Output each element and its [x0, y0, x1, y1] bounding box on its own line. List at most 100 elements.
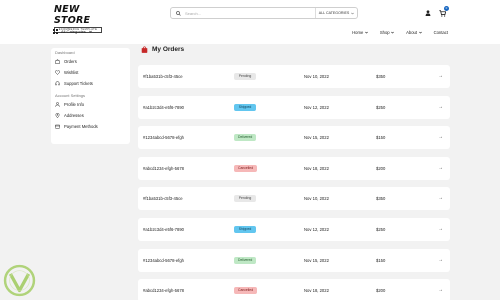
arrow-right-icon[interactable]: → — [438, 157, 443, 180]
nav-contact-label: Contact — [433, 30, 448, 35]
sidebar-item-label: Wishlist — [64, 70, 79, 75]
headset-icon — [55, 81, 60, 86]
sidebar-item-label: Profile Info — [64, 102, 85, 107]
order-date: Nov 15, 2022 — [304, 257, 329, 263]
order-id: #abcd1234-efgh-5678 — [143, 288, 184, 294]
all-categories-label: All Categories — [61, 29, 86, 34]
user-account-icon[interactable] — [424, 9, 432, 17]
sidebar-item-orders[interactable]: Orders — [51, 56, 130, 67]
search-category-label: ALL CATEGORIES — [318, 11, 350, 15]
nav-home[interactable]: Home — [352, 30, 368, 35]
arrow-right-icon[interactable]: → — [438, 65, 443, 88]
sidebar-item-label: Orders — [64, 59, 77, 64]
order-date: Nov 15, 2022 — [304, 135, 329, 141]
search-input[interactable] — [185, 8, 315, 18]
chevron-down-icon — [391, 31, 395, 34]
sidebar-item-support-tickets[interactable]: Support Tickets — [51, 78, 130, 89]
order-id: #1234abcd-5678-efgh — [143, 257, 184, 263]
status-badge: Shipped — [234, 225, 256, 233]
cart-icon[interactable]: 0 — [438, 6, 449, 17]
account-sidebar: Dashboard Orders Wishlist Support Ticket… — [51, 48, 130, 144]
order-date: Nov 18, 2022 — [304, 165, 329, 171]
main-nav: Home Shop About Contact — [352, 30, 448, 35]
grid-icon — [53, 29, 58, 34]
sidebar-item-wishlist[interactable]: Wishlist — [51, 67, 130, 78]
arrow-right-icon[interactable]: → — [438, 187, 443, 210]
order-amount: $200 — [376, 165, 386, 171]
nav-shop[interactable]: Shop — [379, 30, 395, 35]
search-bar: ALL CATEGORIES — [170, 7, 358, 19]
order-date: Nov 10, 2022 — [304, 196, 329, 202]
nav-contact[interactable]: Contact — [434, 30, 448, 35]
status-badge: Cancelled — [234, 287, 258, 295]
order-amount: $150 — [376, 257, 386, 263]
site-header: NEW STORE ECOMMERCE TEMPLATE ALL CATEGOR… — [0, 0, 500, 44]
order-row[interactable]: #1234abcd-5678-efgh Delivered Nov 15, 2022… — [138, 126, 450, 150]
order-id: #1234abcd-5678-efgh — [143, 135, 184, 141]
order-id: #f1ba531b-c5f3-45ce — [143, 74, 183, 79]
all-categories-dropdown[interactable]: All Categories — [53, 29, 92, 34]
sidebar-heading-dashboard: Dashboard — [55, 50, 75, 55]
status-badge: Pending — [234, 73, 256, 80]
order-amount: $200 — [376, 288, 386, 294]
heart-icon — [55, 70, 60, 75]
status-badge: Shipped — [234, 103, 256, 111]
order-amount: $350 — [376, 196, 386, 202]
shopping-bag-icon — [141, 46, 148, 53]
status-badge: Delivered — [234, 134, 257, 142]
order-date: Nov 12, 2022 — [304, 104, 329, 110]
status-badge: Cancelled — [234, 164, 258, 172]
sidebar-item-label: Addresses — [64, 113, 84, 118]
search-category-select[interactable]: ALL CATEGORIES — [315, 8, 357, 18]
sidebar-item-profile-info[interactable]: Profile Info — [51, 99, 130, 110]
arrow-right-icon[interactable]: → — [438, 279, 443, 300]
sidebar-item-payment-methods[interactable]: Payment Methods — [51, 121, 130, 132]
page-title: My Orders — [152, 46, 185, 53]
order-date: Nov 12, 2022 — [304, 226, 329, 232]
order-date: Nov 18, 2022 — [304, 288, 329, 294]
order-row[interactable]: #a1b2c3d4-e5f6-7890 Shipped Nov 12, 2022 $2… — [138, 95, 450, 119]
arrow-right-icon[interactable]: → — [438, 96, 443, 119]
chevron-down-icon — [418, 31, 422, 34]
shopping-bag-icon — [55, 59, 60, 64]
sidebar-item-label: Support Tickets — [64, 81, 93, 86]
page-title-row: My Orders — [141, 46, 184, 53]
logo-text: NEW STORE — [54, 4, 91, 26]
chevron-down-icon — [351, 12, 355, 14]
chevron-down-icon — [364, 31, 368, 34]
order-date: Nov 10, 2022 — [304, 74, 329, 79]
search-icon[interactable] — [171, 10, 185, 16]
order-id: #a1b2c3d4-e5f6-7890 — [143, 226, 184, 232]
order-amount: $250 — [376, 104, 386, 110]
arrow-right-icon[interactable]: → — [438, 126, 443, 149]
order-row[interactable]: #f1ba531b-c5f3-45ce Pending Nov 10, 2022 $3… — [138, 65, 450, 88]
status-badge: Delivered — [234, 256, 257, 264]
order-row[interactable]: #a1b2c3d4-e5f6-7890 Shipped Nov 12, 2022 $2… — [138, 217, 450, 241]
orders-list: #f1ba531b-c5f3-45ce Pending Nov 10, 2022 $3… — [138, 65, 450, 300]
nav-about[interactable]: About — [406, 30, 422, 35]
arrow-right-icon[interactable]: → — [438, 249, 443, 272]
cart-count-badge: 0 — [444, 6, 449, 11]
location-pin-icon — [55, 113, 60, 118]
order-amount: $150 — [376, 135, 386, 141]
chevron-down-icon — [89, 30, 92, 33]
status-badge: Pending — [234, 195, 256, 203]
order-row[interactable]: #1234abcd-5678-efgh Delivered Nov 15, 2022… — [138, 248, 450, 272]
order-amount: $250 — [376, 226, 386, 232]
nav-home-label: Home — [352, 30, 364, 35]
user-icon — [55, 102, 60, 107]
order-id: #a1b2c3d4-e5f6-7890 — [143, 104, 184, 110]
order-id: #f1ba531b-c5f3-45ce — [143, 196, 183, 202]
credit-card-icon — [55, 124, 60, 129]
order-row[interactable]: #abcd1234-efgh-5678 Cancelled Nov 18, 2022… — [138, 279, 450, 300]
sidebar-heading-account: Account Settings — [55, 93, 86, 98]
nav-shop-label: Shop — [379, 30, 390, 35]
arrow-right-icon[interactable]: → — [438, 218, 443, 241]
sidebar-item-addresses[interactable]: Addresses — [51, 110, 130, 121]
sidebar-item-label: Payment Methods — [64, 124, 98, 129]
order-row[interactable]: #abcd1234-efgh-5678 Cancelled Nov 18, 2022… — [138, 156, 450, 180]
order-id: #abcd1234-efgh-5678 — [143, 165, 184, 171]
order-row[interactable]: #f1ba531b-c5f3-45ce Pending Nov 10, 2022 $3… — [138, 187, 450, 211]
order-amount: $350 — [376, 74, 386, 79]
watermark-logo — [3, 264, 36, 297]
